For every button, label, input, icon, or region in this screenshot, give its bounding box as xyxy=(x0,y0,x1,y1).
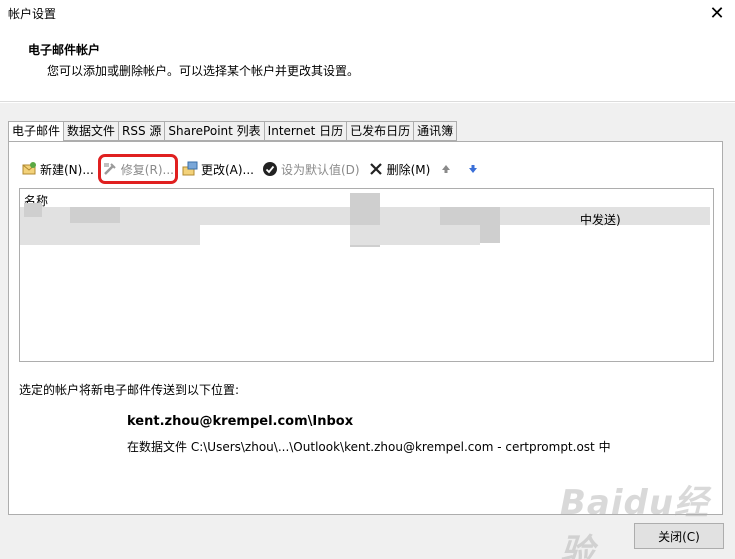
tab-sharepoint[interactable]: SharePoint 列表 xyxy=(165,121,265,141)
redacted-region xyxy=(70,207,120,223)
accounts-list[interactable]: 名称 中发送) xyxy=(19,188,714,362)
arrow-up-icon xyxy=(438,161,454,177)
delete-label: 删除(M) xyxy=(386,162,431,177)
new-icon xyxy=(21,161,37,177)
header-title: 电子邮件帐户 xyxy=(28,43,101,57)
window-titlebar: 帐户设置 ✕ xyxy=(0,0,735,28)
redacted-region xyxy=(350,225,480,245)
change-button[interactable]: 更改(A)... xyxy=(182,158,254,180)
move-up-button[interactable] xyxy=(438,158,457,180)
new-label: 新建(N)... xyxy=(40,162,94,177)
tab-internet-calendar[interactable]: Internet 日历 xyxy=(264,121,348,141)
delete-button[interactable]: 删除(M) xyxy=(368,158,431,180)
arrow-down-icon xyxy=(465,161,481,177)
dialog-header: 电子邮件帐户 您可以添加或删除帐户。可以选择某个帐户并更改其设置。 xyxy=(0,28,735,102)
tab-strip: 电子邮件 数据文件 RSS 源 SharePoint 列表 Internet 日… xyxy=(8,121,458,142)
set-default-label: 设为默认值(D) xyxy=(280,162,360,177)
account-toolbar: 新建(N)... 修复(R)... 更改(A)... 设为默认值(D) 删除(M… xyxy=(21,154,492,184)
repair-icon xyxy=(102,161,118,177)
delete-x-icon xyxy=(368,161,384,177)
new-button[interactable]: 新建(N)... xyxy=(21,158,94,180)
default-check-icon xyxy=(262,161,278,177)
dialog-body: 电子邮件 数据文件 RSS 源 SharePoint 列表 Internet 日… xyxy=(0,103,735,559)
move-down-button[interactable] xyxy=(465,158,484,180)
close-icon[interactable]: ✕ xyxy=(706,2,728,24)
window-title: 帐户设置 xyxy=(8,7,57,21)
header-subtitle: 您可以添加或删除帐户。可以选择某个帐户并更改其设置。 xyxy=(47,64,360,78)
change-icon xyxy=(182,161,198,177)
tab-address-book[interactable]: 通讯簿 xyxy=(414,121,458,141)
repair-button[interactable]: 修复(R)... xyxy=(97,154,178,184)
email-tab-panel: 新建(N)... 修复(R)... 更改(A)... 设为默认值(D) 删除(M… xyxy=(8,141,723,515)
delivery-path: 在数据文件 C:\Users\zhou\...\Outlook\kent.zho… xyxy=(127,440,611,454)
repair-label: 修复(R)... xyxy=(120,162,174,177)
delivery-address: kent.zhou@krempel.com\Inbox xyxy=(127,414,354,429)
set-default-button[interactable]: 设为默认值(D) xyxy=(262,158,360,180)
tab-rss[interactable]: RSS 源 xyxy=(119,121,166,141)
redacted-region xyxy=(20,225,200,245)
close-button[interactable]: 关闭(C) xyxy=(634,523,724,549)
tab-data-files[interactable]: 数据文件 xyxy=(64,121,120,141)
tab-published-calendar[interactable]: 已发布日历 xyxy=(347,121,415,141)
delivery-label: 选定的帐户将新电子邮件传送到以下位置: xyxy=(19,383,240,397)
account-row-tail: 中发送) xyxy=(580,213,621,227)
redacted-region xyxy=(24,203,42,217)
change-label: 更改(A)... xyxy=(200,162,254,177)
tab-email[interactable]: 电子邮件 xyxy=(8,121,65,142)
